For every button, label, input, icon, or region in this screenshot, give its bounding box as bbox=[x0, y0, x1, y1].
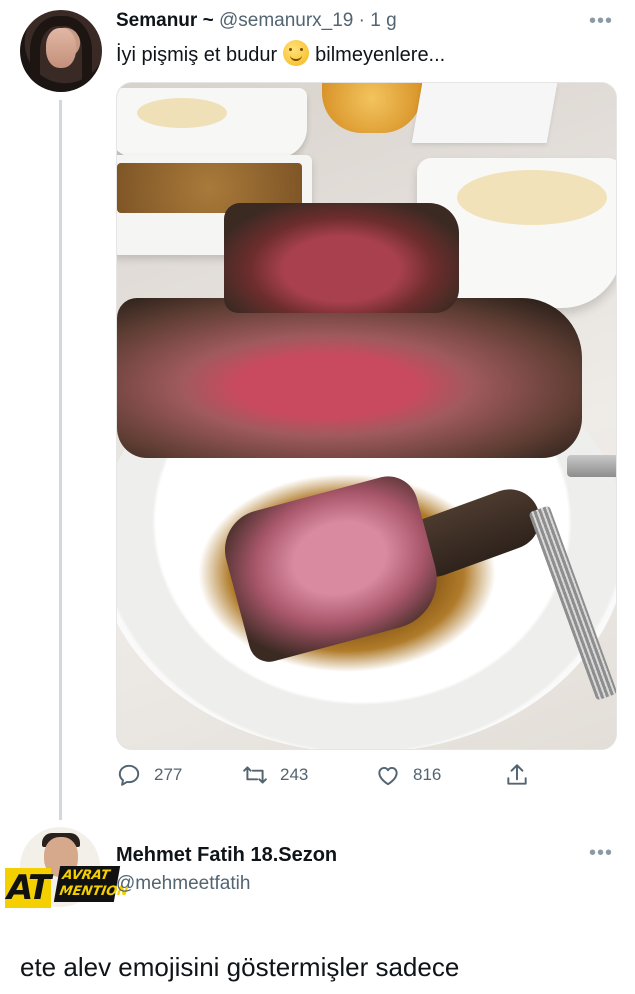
retweet-icon bbox=[243, 766, 267, 784]
smiling-face-emoji-icon bbox=[283, 40, 310, 66]
avatar-face bbox=[46, 28, 76, 68]
steak-slice-top bbox=[224, 203, 459, 313]
more-options-icon[interactable]: ••• bbox=[589, 10, 613, 33]
tweet-text-part-1: İyi pişmiş et budur bbox=[116, 44, 278, 66]
reply-more-options-icon[interactable]: ••• bbox=[589, 842, 613, 865]
author-handle[interactable]: @semanurx_19 bbox=[219, 10, 353, 31]
share-button[interactable] bbox=[504, 762, 542, 788]
heart-icon bbox=[378, 766, 398, 786]
thread-line bbox=[59, 100, 62, 820]
share-icon bbox=[507, 764, 527, 785]
logo-line-2: MENTION bbox=[58, 884, 130, 899]
reply-author-name[interactable]: Mehmet Fatih 18.Sezon bbox=[116, 844, 337, 867]
logo-line-1: AVRAT bbox=[61, 868, 111, 883]
steak-main bbox=[117, 298, 582, 458]
tweet-actions: 277 243 816 bbox=[116, 762, 536, 792]
author-avatar[interactable] bbox=[20, 10, 102, 92]
steak-knife bbox=[567, 455, 616, 477]
dot-separator: · bbox=[358, 10, 365, 31]
logo-at-text: AT bbox=[5, 868, 51, 908]
retweet-button[interactable]: 243 bbox=[242, 762, 308, 788]
reply-text: ete alev emojisini göstermişler sadece bbox=[20, 952, 460, 982]
like-button[interactable]: 816 bbox=[375, 762, 441, 788]
bowl-mashed-potato bbox=[117, 88, 307, 158]
tweet-text: İyi pişmiş et budur bilmeyenlere... bbox=[116, 40, 445, 67]
reply-count: 277 bbox=[154, 765, 183, 784]
tweet-header: Semanur ~ @semanurx_19 · 1 g bbox=[116, 10, 397, 32]
reply-author-handle[interactable]: @mehmeetfatih bbox=[116, 873, 250, 895]
reply-icon bbox=[118, 764, 140, 786]
avrat-mention-logo: AT AVRAT MENTION bbox=[5, 862, 129, 918]
like-count: 816 bbox=[413, 765, 442, 784]
reply-button[interactable]: 277 bbox=[116, 762, 182, 788]
tweet-text-part-2: bilmeyenlere... bbox=[315, 44, 446, 66]
author-name[interactable]: Semanur ~ bbox=[116, 10, 214, 31]
napkin bbox=[411, 83, 558, 143]
tweet-media-image[interactable] bbox=[116, 82, 617, 750]
logo-words: AVRAT MENTION bbox=[53, 866, 130, 902]
tweet-time[interactable]: 1 g bbox=[370, 10, 396, 31]
retweet-count: 243 bbox=[280, 765, 309, 784]
